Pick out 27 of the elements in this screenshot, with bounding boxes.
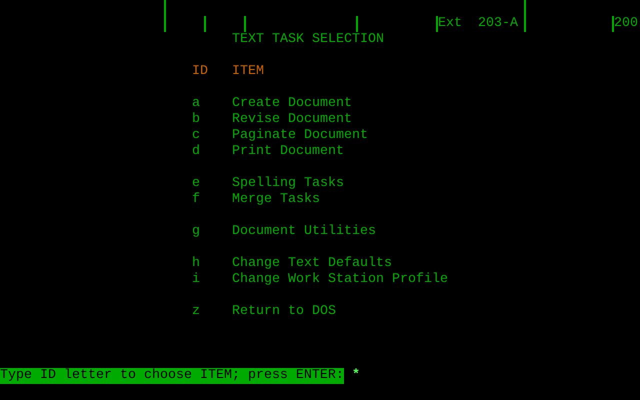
option-label: Spelling Tasks — [232, 176, 344, 192]
option-id: d — [192, 144, 200, 159]
option-label: Paginate Document — [232, 128, 368, 144]
option-id: i — [192, 272, 200, 287]
option-id: e — [192, 176, 200, 191]
option-label: Revise Document — [232, 112, 352, 128]
option-id: b — [192, 112, 200, 127]
option-id: z — [192, 304, 200, 319]
column-header: ID — [192, 64, 208, 79]
option-label: Document Utilities — [232, 224, 376, 240]
column-header: ITEM — [232, 64, 264, 80]
option-label: Return to DOS — [232, 304, 336, 320]
extension-label: Ext 203-A — [438, 16, 518, 32]
input-cursor[interactable]: * — [352, 368, 360, 384]
option-label: Print Document — [232, 144, 344, 160]
option-label: Merge Tasks — [232, 192, 320, 208]
option-id: h — [192, 256, 200, 271]
option-label: Create Document — [232, 96, 352, 112]
screen-title: TEXT TASK SELECTION — [232, 32, 384, 48]
option-id: c — [192, 128, 200, 143]
option-label: Change Work Station Profile — [232, 272, 448, 288]
ruler-field: 200 — [614, 16, 638, 32]
option-label: Change Text Defaults — [232, 256, 392, 272]
option-id: f — [192, 192, 200, 207]
command-prompt: Type ID letter to choose ITEM; press ENTER: — [0, 368, 344, 384]
option-id: a — [192, 96, 200, 111]
option-id: g — [192, 224, 200, 239]
